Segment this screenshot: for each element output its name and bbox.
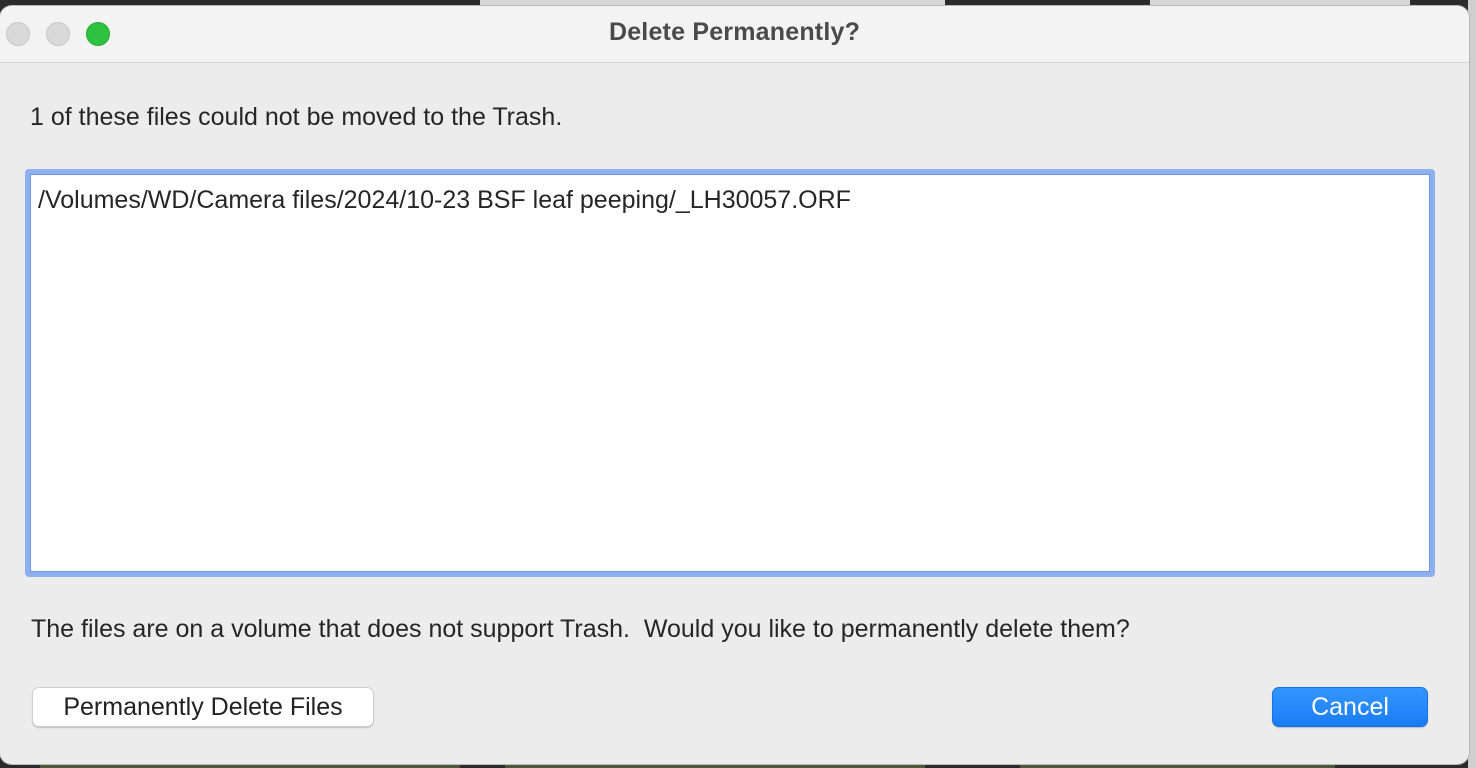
- delete-permanently-dialog: Delete Permanently? 1 of these files cou…: [0, 6, 1469, 764]
- permanently-delete-files-button[interactable]: Permanently Delete Files: [32, 687, 374, 727]
- dialog-message: 1 of these files could not be moved to t…: [30, 103, 563, 131]
- title-bar: Delete Permanently?: [0, 6, 1469, 63]
- dialog-question: The files are on a volume that does not …: [31, 615, 1130, 643]
- dialog-title: Delete Permanently?: [608, 18, 861, 46]
- file-list-item: /Volumes/WD/Camera files/2024/10-23 BSF …: [38, 186, 851, 214]
- file-list-box[interactable]: /Volumes/WD/Camera files/2024/10-23 BSF …: [25, 169, 1435, 577]
- background-scroll-area: [1468, 0, 1476, 768]
- cancel-button[interactable]: Cancel: [1272, 687, 1428, 727]
